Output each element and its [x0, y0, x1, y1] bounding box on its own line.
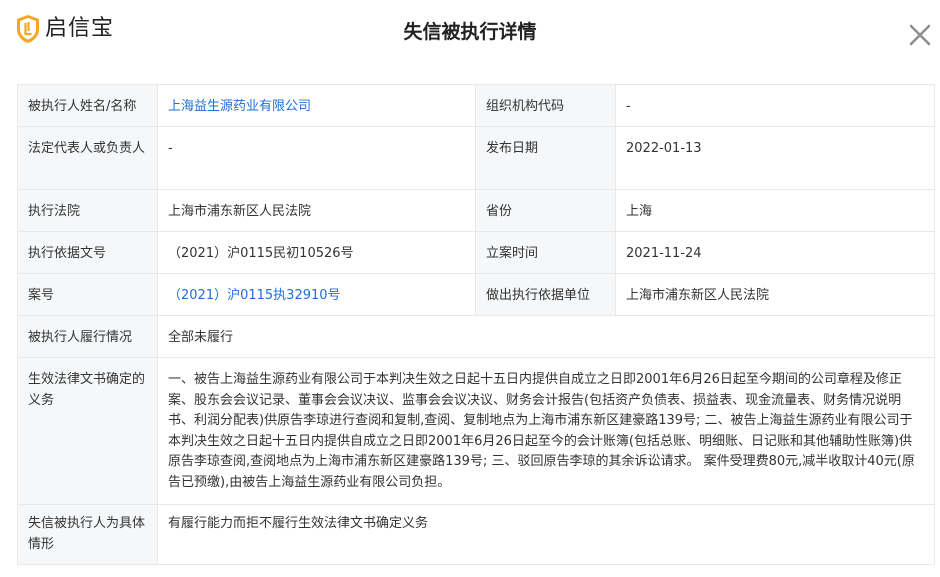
table-row: 被执行人履行情况 全部未履行 — [17, 315, 935, 358]
field-value: - — [615, 84, 935, 127]
page-title: 失信被执行详情 — [403, 21, 537, 43]
field-label: 执行依据文号 — [17, 231, 158, 274]
company-link[interactable]: 上海益生源药业有限公司 — [168, 99, 311, 114]
field-value: 一、被告上海益生源药业有限公司于本判决生效之日起十五日内提供自成立之日即2001… — [157, 357, 935, 505]
field-label: 失信被执行人为具体情形 — [17, 504, 158, 565]
field-value: 上海益生源药业有限公司 — [157, 84, 476, 127]
table-row: 案号 （2021）沪0115执32910号 做出执行依据单位 上海市浦东新区人民… — [17, 273, 935, 316]
field-value: （2021）沪0115执32910号 — [157, 273, 476, 316]
close-icon[interactable] — [905, 20, 935, 50]
field-label: 做出执行依据单位 — [475, 273, 616, 316]
field-value: 全部未履行 — [157, 315, 935, 358]
table-row: 生效法律文书确定的义务 一、被告上海益生源药业有限公司于本判决生效之日起十五日内… — [17, 357, 935, 505]
field-label: 案号 — [17, 273, 158, 316]
field-label: 生效法律文书确定的义务 — [17, 357, 158, 505]
field-label: 组织机构代码 — [475, 84, 616, 127]
table-row: 法定代表人或负责人 - 发布日期 2022-01-13 — [17, 126, 935, 190]
field-label: 省份 — [475, 189, 616, 232]
field-label: 发布日期 — [475, 126, 616, 190]
field-value: 上海市浦东新区人民法院 — [157, 189, 476, 232]
field-value: - — [157, 126, 476, 190]
case-number-link[interactable]: （2021）沪0115执32910号 — [168, 288, 341, 303]
field-label: 被执行人履行情况 — [17, 315, 158, 358]
field-value: 2022-01-13 — [615, 126, 935, 190]
field-label: 法定代表人或负责人 — [17, 126, 158, 190]
field-value: 有履行能力而拒不履行生效法律文书确定义务 — [157, 504, 935, 565]
table-row: 执行法院 上海市浦东新区人民法院 省份 上海 — [17, 189, 935, 232]
detail-table: 被执行人姓名/名称 上海益生源药业有限公司 组织机构代码 - 法定代表人或负责人… — [17, 84, 935, 565]
table-row: 被执行人姓名/名称 上海益生源药业有限公司 组织机构代码 - — [17, 84, 935, 127]
field-value: 上海市浦东新区人民法院 — [615, 273, 935, 316]
field-value: 上海 — [615, 189, 935, 232]
field-label: 被执行人姓名/名称 — [17, 84, 158, 127]
field-value: 2021-11-24 — [615, 231, 935, 274]
field-value: （2021）沪0115民初10526号 — [157, 231, 476, 274]
field-label: 执行法院 — [17, 189, 158, 232]
table-row: 执行依据文号 （2021）沪0115民初10526号 立案时间 2021-11-… — [17, 231, 935, 274]
header: 启信宝 失信被执行详情 — [0, 0, 940, 64]
table-row: 失信被执行人为具体情形 有履行能力而拒不履行生效法律文书确定义务 — [17, 504, 935, 565]
field-label: 立案时间 — [475, 231, 616, 274]
